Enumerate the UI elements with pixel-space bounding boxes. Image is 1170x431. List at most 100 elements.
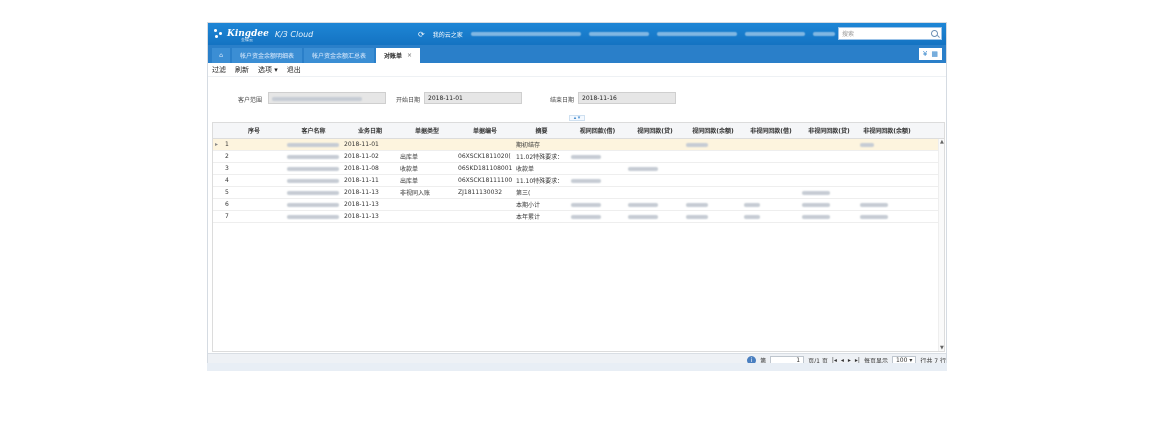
tab-tools: ¥ ▦ [918, 48, 942, 60]
nav-blur-3 [656, 32, 737, 36]
col-header[interactable]: 非视同回款(余额) [858, 126, 916, 135]
start-date-field[interactable]: 2018-11-01 [424, 92, 522, 104]
cell-customer [285, 165, 342, 172]
blurred-value [686, 202, 708, 207]
cell-value [800, 213, 858, 220]
table-row[interactable]: 2 2018-11-02 出库单 06XSCK1811020( 11.02特殊要… [213, 151, 944, 163]
tab-bar: ⌂ 帐户资金余额明细表 帐户资金余额汇总表 对账单 × ¥ ▦ [208, 45, 946, 63]
cell-type: 非视同入账 [400, 190, 431, 197]
cell-value [569, 177, 626, 184]
nav-blur-1 [470, 32, 581, 36]
tab-statement[interactable]: 对账单 × [376, 48, 421, 63]
search-icon[interactable] [931, 30, 938, 37]
table-row[interactable]: 7 2018-11-13 本年累计 [213, 211, 944, 223]
vertical-scrollbar[interactable]: ▲ ▼ [938, 139, 944, 351]
cell-summary: 本年累计 [516, 214, 541, 221]
col-header[interactable]: 单据编号 [456, 126, 514, 135]
search-input[interactable]: 搜索 [838, 27, 942, 40]
refresh-button[interactable]: 刷新 [235, 65, 249, 75]
cell-date: 2018-11-02 [344, 153, 379, 160]
end-date-label: 结束日期 [550, 97, 575, 104]
chevron-down-icon[interactable]: ¥ [923, 50, 927, 58]
tab-home[interactable]: ⌂ [212, 48, 230, 63]
kingdee-logo[interactable]: Kingdee K/3 Cloud 金蝶云 [214, 28, 313, 42]
scroll-up-icon[interactable]: ▲ [940, 139, 944, 145]
cell-no: 4 [225, 177, 229, 184]
blurred-value [287, 190, 339, 195]
cell-value [858, 213, 916, 220]
cell-value [626, 201, 684, 208]
nav-blur-2 [588, 32, 649, 36]
cell-value [626, 213, 684, 220]
cell-customer [285, 213, 342, 220]
cell-date: 2018-11-13 [344, 213, 379, 220]
k3-cloud-window: Kingdee K/3 Cloud 金蝶云 ⟳ 我的云之家 搜索 ⌂ 帐户资金余… [207, 22, 947, 370]
blurred-value [628, 166, 658, 171]
blurred-value [802, 202, 830, 207]
cell-no: 3 [225, 165, 229, 172]
tab-balance-summary[interactable]: 帐户资金余额汇总表 [304, 48, 375, 63]
customer-field[interactable] [268, 92, 386, 104]
cell-value [684, 141, 742, 148]
cell-summary: 本期小计 [516, 202, 541, 209]
blurred-value [287, 154, 339, 159]
blurred-value [287, 178, 339, 183]
blurred-value [571, 154, 601, 159]
cell-customer [285, 189, 342, 196]
cell-value [569, 201, 626, 208]
home-icon: ⌂ [219, 52, 223, 59]
blurred-value [802, 214, 830, 219]
end-date-field[interactable]: 2018-11-16 [578, 92, 676, 104]
col-header[interactable]: 视同回款(余额) [684, 126, 742, 135]
filter-button[interactable]: 过滤 [212, 65, 226, 75]
row-pointer-icon: ▸ [215, 141, 219, 148]
search-placeholder: 搜索 [842, 31, 855, 38]
col-header[interactable]: 视同回款(借) [569, 126, 626, 135]
tab-balance-detail[interactable]: 帐户资金余额明细表 [232, 48, 303, 63]
blurred-value [287, 202, 339, 207]
top-header: Kingdee K/3 Cloud 金蝶云 ⟳ 我的云之家 搜索 [208, 23, 946, 45]
exit-button[interactable]: 退出 [287, 65, 301, 75]
blurred-value [802, 190, 830, 195]
col-header[interactable]: 非视同回款(贷) [800, 126, 858, 135]
table-row[interactable]: 6 2018-11-13 本期小计 [213, 199, 944, 211]
collapse-toggle[interactable]: ▴ ▾ [569, 115, 585, 121]
grid-icon[interactable]: ▦ [931, 50, 938, 58]
start-date-label: 开始日期 [396, 97, 421, 104]
close-icon[interactable]: × [407, 52, 412, 59]
cell-value [800, 201, 858, 208]
blurred-value [860, 142, 874, 147]
col-header[interactable]: 非视同回款(借) [742, 126, 800, 135]
blurred-value [628, 214, 658, 219]
tab-label: 帐户资金余额明细表 [240, 53, 295, 60]
col-header[interactable]: 业务日期 [342, 126, 398, 135]
table-row[interactable]: 4 2018-11-11 出库单 06XSCK18111100 11.10特殊要… [213, 175, 944, 187]
cell-summary: 11.02特殊要求： [516, 154, 564, 161]
nav-blur-4 [744, 32, 805, 36]
blurred-value [860, 214, 888, 219]
col-header[interactable]: 序号 [223, 126, 285, 135]
cell-type: 出库单 [400, 178, 419, 185]
blurred-value [571, 202, 601, 207]
cell-customer [285, 141, 342, 148]
blurred-value [628, 202, 658, 207]
scroll-down-icon[interactable]: ▼ [940, 345, 944, 351]
col-header[interactable]: 客户名称 [285, 126, 342, 135]
cell-no: 1 [225, 141, 229, 148]
options-menu[interactable]: 选项 ▾ [258, 65, 278, 75]
table-row[interactable]: ▸ 1 2018-11-01 期初结存 [213, 139, 944, 151]
refresh-icon[interactable]: ⟳ [418, 30, 425, 39]
blurred-value [287, 142, 339, 147]
col-header[interactable]: 视同回款(贷) [626, 126, 684, 135]
nav-blur-5 [812, 32, 835, 36]
cell-value [684, 201, 742, 208]
customer-value-blur [272, 96, 362, 101]
nav-label[interactable]: 我的云之家 [433, 30, 463, 39]
table-row[interactable]: 3 2018-11-08 收款单 06SKD181108001 收款单 [213, 163, 944, 175]
col-header[interactable]: 摘要 [514, 126, 569, 135]
cell-no: 7 [225, 213, 229, 220]
col-header[interactable]: 单据类型 [398, 126, 456, 135]
table-row[interactable]: 5 2018-11-13 非视同入账 ZJ1811130032 第三( [213, 187, 944, 199]
cell-no: 6 [225, 201, 229, 208]
filter-area: 客户范围 开始日期 2018-11-01 结束日期 2018-11-16 [208, 89, 946, 109]
